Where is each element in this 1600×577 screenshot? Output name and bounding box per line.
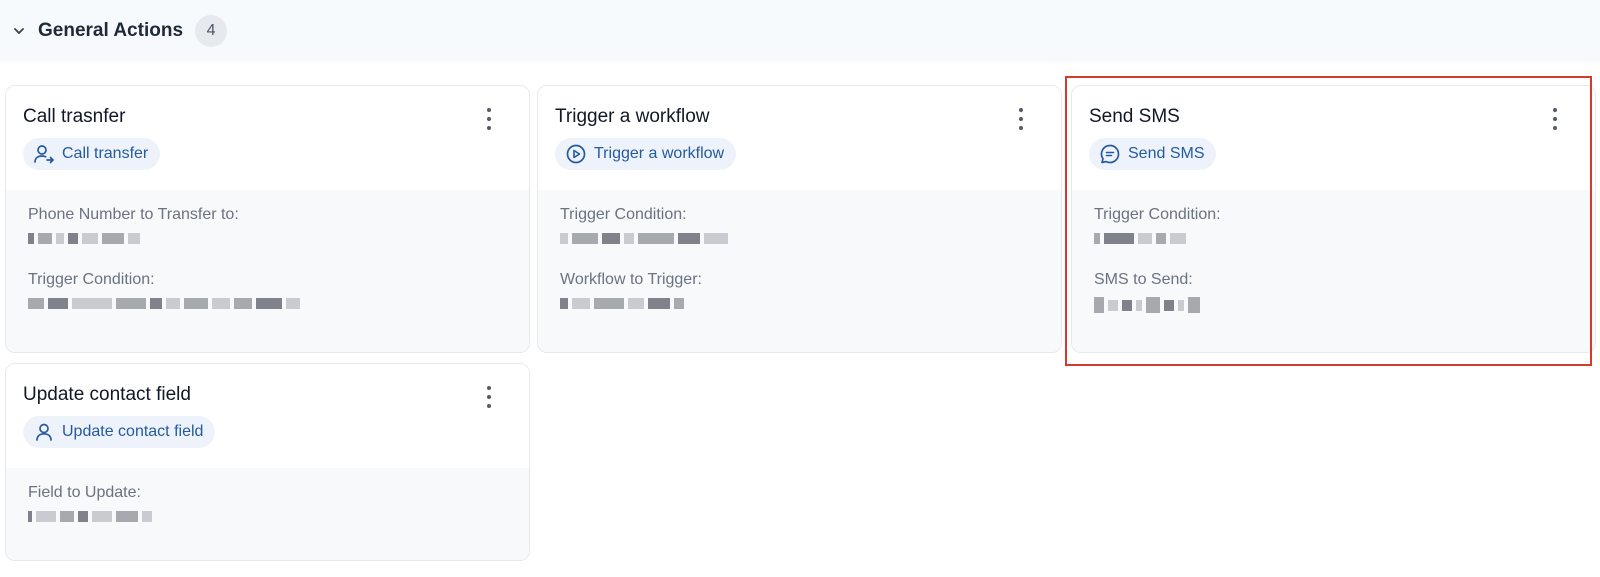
redacted-value — [1094, 296, 1573, 314]
card-title: Trigger a workflow — [555, 106, 710, 127]
redacted-value — [1094, 231, 1573, 245]
redacted-value — [28, 231, 507, 245]
play-circle-icon — [566, 144, 586, 164]
card-title: Call trasnfer — [23, 106, 126, 127]
more-options-icon[interactable] — [1011, 106, 1031, 132]
card-title: Send SMS — [1089, 106, 1180, 127]
redacted-value — [560, 296, 1039, 310]
section-header[interactable]: General Actions 4 — [0, 0, 1600, 62]
more-options-icon[interactable] — [1545, 106, 1565, 132]
chevron-down-icon[interactable] — [8, 20, 30, 42]
send-sms-pill[interactable]: Send SMS — [1089, 138, 1217, 170]
action-card-update-contact-field[interactable]: Update contact field Update contact fiel… — [5, 363, 530, 561]
pill-label: Call transfer — [62, 145, 149, 162]
trigger-workflow-pill[interactable]: Trigger a workflow — [555, 138, 737, 170]
action-card-call-transfer[interactable]: Call trasnfer Call transfer Phone Number… — [5, 85, 530, 353]
more-options-icon[interactable] — [479, 384, 499, 410]
pill-label: Update contact field — [62, 423, 204, 440]
field-label: SMS to Send: — [1094, 271, 1193, 288]
pill-label: Send SMS — [1128, 145, 1205, 162]
redacted-value — [560, 231, 1039, 245]
field-label: Phone Number to Transfer to: — [28, 206, 239, 223]
user-icon — [36, 423, 52, 441]
update-contact-field-pill[interactable]: Update contact field — [23, 416, 216, 448]
action-card-send-sms[interactable]: Send SMS Send SMS Trigger Condition: SMS… — [1071, 85, 1596, 353]
more-options-icon[interactable] — [479, 106, 499, 132]
field-label: Workflow to Trigger: — [560, 271, 702, 288]
field-label: Field to Update: — [28, 484, 141, 501]
redacted-value — [28, 296, 507, 310]
user-transfer-icon — [34, 145, 54, 164]
action-card-trigger-workflow[interactable]: Trigger a workflow Trigger a workflow Tr… — [537, 85, 1062, 353]
field-label: Trigger Condition: — [1094, 206, 1221, 223]
card-title: Update contact field — [23, 384, 191, 405]
count-badge: 4 — [195, 15, 228, 47]
section-title: General Actions — [38, 20, 184, 41]
call-transfer-pill[interactable]: Call transfer — [23, 138, 161, 170]
field-label: Trigger Condition: — [28, 271, 155, 288]
field-label: Trigger Condition: — [560, 206, 687, 223]
message-icon — [1100, 144, 1120, 164]
redacted-value — [28, 509, 507, 523]
pill-label: Trigger a workflow — [594, 145, 725, 162]
